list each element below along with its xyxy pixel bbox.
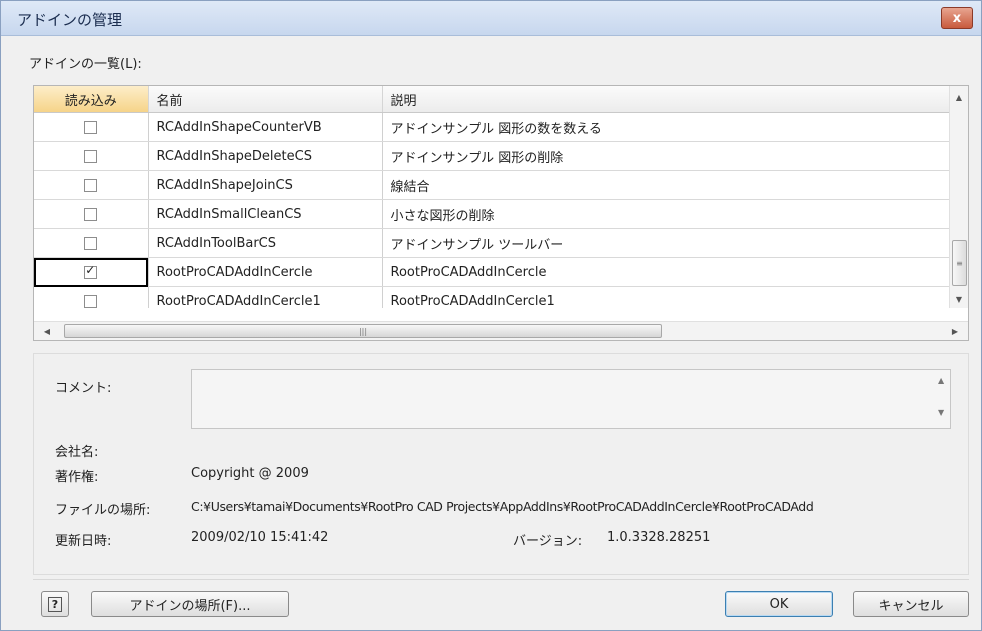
cancel-button[interactable]: キャンセル [853, 591, 969, 617]
table-row[interactable]: RCAddInToolBarCS アドインサンプル ツールバー [34, 228, 950, 258]
addin-name-cell[interactable]: RootProCADAddInCercle1 [148, 286, 383, 308]
column-header-name[interactable]: 名前 [148, 86, 383, 113]
vertical-scrollbar[interactable]: ▲ ≡ ▼ [949, 86, 968, 308]
addin-name-cell[interactable]: RCAddInShapeDeleteCS [148, 141, 383, 171]
load-cell[interactable] [34, 257, 149, 287]
column-header-load[interactable]: 読み込み [34, 86, 149, 113]
table-row[interactable]: RootProCADAddInCercleRootProCADAddInCerc… [34, 257, 950, 287]
table-row[interactable]: RCAddInShapeCounterVB アドインサンプル 図形の数を数える [34, 112, 950, 142]
table-row[interactable]: RCAddInSmallCleanCS 小さな図形の削除 [34, 199, 950, 229]
copyright-label: 著作権: [55, 470, 99, 485]
addin-description-cell[interactable]: 線結合 [382, 170, 950, 200]
comment-label: コメント: [55, 381, 112, 396]
table-header-row: 読み込み 名前 説明 [34, 86, 950, 113]
title-bar: アドインの管理 x [1, 1, 981, 36]
updated-label: 更新日時: [55, 534, 112, 549]
version-label: バージョン: [513, 534, 583, 549]
load-cell[interactable] [34, 112, 149, 142]
vertical-scroll-thumb[interactable]: ≡ [952, 240, 967, 286]
column-header-description[interactable]: 説明 [382, 86, 950, 113]
load-checkbox[interactable] [84, 120, 98, 134]
addin-name-cell[interactable]: RCAddInShapeJoinCS [148, 170, 383, 200]
addin-description-cell[interactable]: RootProCADAddInCercle [382, 257, 950, 287]
footer-separator [33, 579, 969, 580]
copyright-value: Copyright @ 2009 [191, 466, 309, 481]
window-title: アドインの管理 [17, 11, 123, 29]
table-row[interactable]: RCAddInShapeDeleteCS アドインサンプル 図形の削除 [34, 141, 950, 171]
horizontal-scrollbar[interactable]: ◀ ||| ▶ [34, 321, 968, 340]
horizontal-scroll-thumb[interactable]: ||| [64, 324, 662, 338]
load-cell[interactable] [34, 286, 149, 308]
file-location-label: ファイルの場所: [55, 503, 151, 518]
addin-name-cell[interactable]: RootProCADAddInCercle [148, 257, 383, 287]
addin-description-cell[interactable]: アドインサンプル 図形の削除 [382, 141, 950, 171]
table-row[interactable]: RootProCADAddInCercle1 RootProCADAddInCer… [34, 286, 950, 308]
comment-scrollbar[interactable]: ▲ ▼ [934, 370, 950, 428]
load-checkbox[interactable] [84, 178, 98, 192]
close-button[interactable]: x [941, 7, 973, 29]
load-checkbox[interactable] [84, 263, 98, 279]
scroll-down-arrow-icon[interactable]: ▼ [950, 290, 968, 308]
load-cell[interactable] [34, 141, 149, 171]
ok-button[interactable]: OK [725, 591, 833, 617]
scroll-right-arrow-icon[interactable]: ▶ [946, 322, 964, 340]
addin-description-cell[interactable]: 小さな図形の削除 [382, 199, 950, 229]
help-button[interactable]: ? [41, 591, 69, 617]
help-icon: ? [47, 596, 63, 612]
close-icon: x [952, 10, 962, 26]
addin-grid[interactable]: 読み込み 名前 説明 RCAddInShapeCounterVB アドインサンプル… [33, 85, 969, 341]
addin-location-button[interactable]: アドインの場所(F)... [91, 591, 289, 617]
addin-name-cell[interactable]: RCAddInSmallCleanCS [148, 199, 383, 229]
load-checkbox[interactable] [84, 236, 98, 250]
scroll-up-arrow-icon[interactable]: ▲ [938, 376, 944, 385]
load-cell[interactable] [34, 228, 149, 258]
load-checkbox[interactable] [84, 207, 98, 221]
comment-field[interactable]: ▲ ▼ [191, 369, 951, 429]
load-checkbox[interactable] [84, 149, 98, 163]
updated-value: 2009/02/10 15:41:42 [191, 530, 329, 545]
addin-description-cell[interactable]: アドインサンプル 図形の数を数える [382, 112, 950, 142]
addin-list-label: アドインの一覧(L): [29, 57, 142, 72]
addin-description-cell[interactable]: RootProCADAddInCercle1 [382, 286, 950, 308]
scroll-left-arrow-icon[interactable]: ◀ [38, 322, 56, 340]
company-label: 会社名: [55, 445, 99, 460]
file-location-value: C:¥Users¥tamai¥Documents¥RootPro CAD Pro… [191, 499, 814, 514]
scroll-up-arrow-icon[interactable]: ▲ [950, 88, 968, 106]
scroll-down-arrow-icon[interactable]: ▼ [938, 408, 944, 417]
load-cell[interactable] [34, 199, 149, 229]
addin-name-cell[interactable]: RCAddInShapeCounterVB [148, 112, 383, 142]
load-cell[interactable] [34, 170, 149, 200]
addin-manager-dialog: アドインの管理 x アドインの一覧(L): 読み込み 名前 説明 RCAddIn… [0, 0, 982, 631]
load-checkbox[interactable] [84, 294, 98, 308]
version-value: 1.0.3328.28251 [607, 530, 711, 545]
addin-table: 読み込み 名前 説明 RCAddInShapeCounterVB アドインサンプル… [34, 86, 950, 308]
table-row[interactable]: RCAddInShapeJoinCS 線結合 [34, 170, 950, 200]
addin-description-cell[interactable]: アドインサンプル ツールバー [382, 228, 950, 258]
addin-name-cell[interactable]: RCAddInToolBarCS [148, 228, 383, 258]
